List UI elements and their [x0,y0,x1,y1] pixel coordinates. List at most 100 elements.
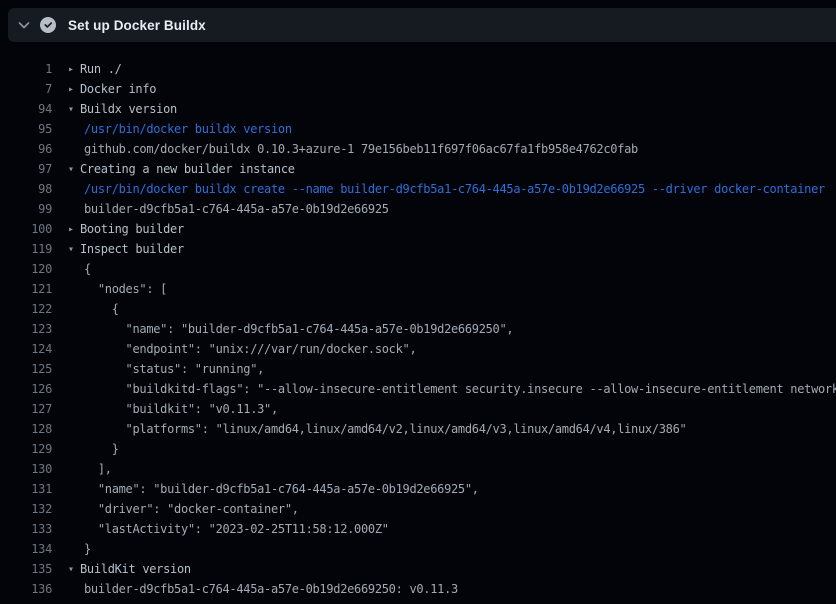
log-output-text: "status": "running", [52,362,264,376]
log-line: 128 "platforms": "linux/amd64,linux/amd6… [0,419,836,439]
log-line: 119 ▾Inspect builder [0,239,836,259]
line-number[interactable]: 126 [0,382,52,396]
log-line: 123 "name": "builder-d9cfb5a1-c764-445a-… [0,319,836,339]
log-output-text: "driver": "docker-container", [52,502,299,516]
log-group-header[interactable]: ▸Booting builder [52,222,184,236]
log-output-text: builder-d9cfb5a1-c764-445a-a57e-0b19d2e6… [52,202,389,216]
line-number[interactable]: 130 [0,462,52,476]
log-line: 97 ▾Creating a new builder instance [0,159,836,179]
line-number[interactable]: 120 [0,262,52,276]
line-number[interactable]: 97 [0,162,52,176]
log-group-title: Inspect builder [80,242,184,256]
log-output-text: } [52,442,119,456]
log-line: 122 { [0,299,836,319]
line-number[interactable]: 122 [0,302,52,316]
log-group-header[interactable]: ▸Run ./ [52,62,122,76]
log-line: 100 ▸Booting builder [0,219,836,239]
log-line: 134 } [0,539,836,559]
log-output-text: ], [52,462,112,476]
line-number[interactable]: 119 [0,242,52,256]
line-number[interactable]: 133 [0,522,52,536]
line-number[interactable]: 125 [0,362,52,376]
log-group-header[interactable]: ▾Buildx version [52,102,177,116]
line-number[interactable]: 123 [0,322,52,336]
log-output-text: { [52,302,119,316]
log-output-text: "nodes": [ [52,282,167,296]
log-viewer: 1 ▸Run ./ 7 ▸Docker info 94 ▾Buildx vers… [0,59,836,599]
log-group-title: Run ./ [80,62,122,76]
log-group-title: Creating a new builder instance [80,162,295,176]
log-line: 120 { [0,259,836,279]
chevron-down-icon[interactable] [16,17,32,33]
log-output-text: builder-d9cfb5a1-c764-445a-a57e-0b19d2e6… [52,582,458,596]
line-number[interactable]: 121 [0,282,52,296]
log-line: 94 ▾Buildx version [0,99,836,119]
log-line: 130 ], [0,459,836,479]
line-number[interactable]: 127 [0,402,52,416]
log-output-text: "name": "builder-d9cfb5a1-c764-445a-a57e… [52,482,479,496]
log-group-title: Booting builder [80,222,184,236]
log-group-header[interactable]: ▾BuildKit version [52,562,191,576]
log-group-title: Docker info [80,82,156,96]
log-line: 126 "buildkitd-flags": "--allow-insecure… [0,379,836,399]
line-number[interactable]: 128 [0,422,52,436]
line-number[interactable]: 135 [0,562,52,576]
line-number[interactable]: 131 [0,482,52,496]
log-line: 136 builder-d9cfb5a1-c764-445a-a57e-0b19… [0,579,836,599]
log-line: 135 ▾BuildKit version [0,559,836,579]
log-group-header[interactable]: ▾Inspect builder [52,242,184,256]
log-output-text: "buildkit": "v0.11.3", [52,402,278,416]
log-output-text: "platforms": "linux/amd64,linux/amd64/v2… [52,422,686,436]
line-number[interactable]: 124 [0,342,52,356]
line-number[interactable]: 129 [0,442,52,456]
log-group-title: Buildx version [80,102,177,116]
log-line: 98 /usr/bin/docker buildx create --name … [0,179,836,199]
line-number[interactable]: 95 [0,122,52,136]
log-line: 121 "nodes": [ [0,279,836,299]
log-line: 99 builder-d9cfb5a1-c764-445a-a57e-0b19d… [0,199,836,219]
log-command-text: /usr/bin/docker buildx create --name bui… [52,182,825,196]
log-output-text: "name": "builder-d9cfb5a1-c764-445a-a57e… [52,322,513,336]
line-number[interactable]: 136 [0,582,52,596]
log-line: 95 /usr/bin/docker buildx version [0,119,836,139]
step-header[interactable]: Set up Docker Buildx [8,8,836,42]
collapse-group-icon[interactable]: ▾ [68,164,80,175]
line-number[interactable]: 132 [0,502,52,516]
step-title: Set up Docker Buildx [68,18,206,33]
log-line: 125 "status": "running", [0,359,836,379]
log-group-header[interactable]: ▾Creating a new builder instance [52,162,295,176]
log-line: 127 "buildkit": "v0.11.3", [0,399,836,419]
log-line: 7 ▸Docker info [0,79,836,99]
collapse-group-icon[interactable]: ▾ [68,244,80,255]
log-output-text: "lastActivity": "2023-02-25T11:58:12.000… [52,522,389,536]
log-output-text: "buildkitd-flags": "--allow-insecure-ent… [52,382,836,396]
log-line: 133 "lastActivity": "2023-02-25T11:58:12… [0,519,836,539]
log-output-text: } [52,542,91,556]
log-line: 131 "name": "builder-d9cfb5a1-c764-445a-… [0,479,836,499]
log-line: 96 github.com/docker/buildx 0.10.3+azure… [0,139,836,159]
log-line: 124 "endpoint": "unix:///var/run/docker.… [0,339,836,359]
expand-group-icon[interactable]: ▸ [68,84,80,95]
expand-group-icon[interactable]: ▸ [68,64,80,75]
line-number[interactable]: 134 [0,542,52,556]
log-output-text: { [52,262,91,276]
line-number[interactable]: 96 [0,142,52,156]
line-number[interactable]: 98 [0,182,52,196]
line-number[interactable]: 99 [0,202,52,216]
log-group-title: BuildKit version [80,562,191,576]
log-command-text: /usr/bin/docker buildx version [52,122,292,136]
line-number[interactable]: 7 [0,82,52,96]
log-line: 132 "driver": "docker-container", [0,499,836,519]
log-line: 129 } [0,439,836,459]
log-line: 1 ▸Run ./ [0,59,836,79]
line-number[interactable]: 94 [0,102,52,116]
check-circle-icon [40,17,56,33]
collapse-group-icon[interactable]: ▾ [68,104,80,115]
collapse-group-icon[interactable]: ▾ [68,564,80,575]
line-number[interactable]: 100 [0,222,52,236]
line-number[interactable]: 1 [0,62,52,76]
expand-group-icon[interactable]: ▸ [68,224,80,235]
log-group-header[interactable]: ▸Docker info [52,82,156,96]
log-output-text: github.com/docker/buildx 0.10.3+azure-1 … [52,142,638,156]
log-output-text: "endpoint": "unix:///var/run/docker.sock… [52,342,416,356]
